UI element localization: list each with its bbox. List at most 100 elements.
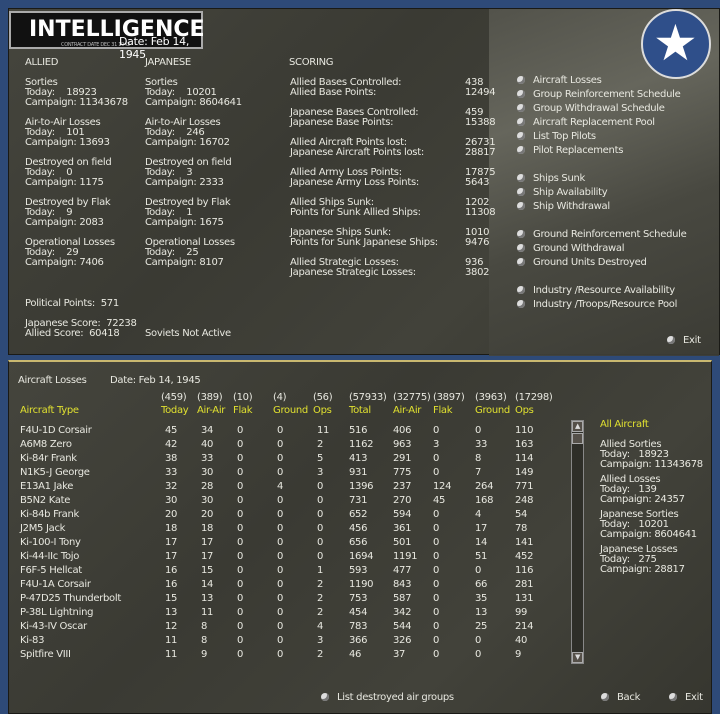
column-header-ground[interactable]: Ground [273, 406, 308, 416]
loss-value: 30 [201, 495, 214, 506]
aircraft-name[interactable]: Spitfire VIII [20, 650, 71, 660]
exit-bottom-button[interactable]: Exit [669, 692, 703, 704]
loss-value: 110 [515, 425, 534, 436]
loss-value: 1191 [393, 551, 418, 562]
loss-value: 46 [349, 649, 362, 660]
loss-value: 0 [237, 593, 244, 604]
loss-value: 0 [433, 467, 440, 478]
menu-item-ground-units-destroyed[interactable]: Ground Units Destroyed [517, 257, 647, 269]
loss-value: 15 [165, 593, 178, 604]
aircraft-name[interactable]: F4U-1D Corsair [20, 426, 92, 436]
aircraft-name[interactable]: Ki-83 [20, 636, 44, 646]
aircraft-name[interactable]: Ki-84b Frank [20, 510, 79, 520]
loss-value: 3 [317, 635, 324, 646]
aircraft-name[interactable]: F6F-5 Hellcat [20, 566, 82, 576]
loss-value: 38 [165, 453, 178, 464]
menu-item-list-top-pilots[interactable]: List Top Pilots [517, 131, 596, 143]
loss-value: 12 [165, 621, 178, 632]
menu-item-industry-troops-resource-pool[interactable]: Industry /Troops/Resource Pool [517, 299, 677, 311]
aircraft-name[interactable]: N1K5-J George [20, 468, 90, 478]
soviets-status: Soviets Not Active [145, 328, 231, 339]
loss-value: 141 [515, 537, 534, 548]
loss-value: 17 [201, 551, 214, 562]
loss-value: 0 [433, 621, 440, 632]
aircraft-name[interactable]: B5N2 Kate [20, 496, 70, 506]
loss-value: 281 [515, 579, 534, 590]
loss-value: 0 [277, 439, 284, 450]
menu-item-ground-reinforcement-schedule[interactable]: Ground Reinforcement Schedule [517, 229, 687, 241]
loss-value: 0 [277, 593, 284, 604]
scrollbar[interactable]: ▲ ▼ [571, 420, 584, 664]
loss-value: 13 [475, 607, 488, 618]
aircraft-name[interactable]: Ki-100-I Tony [20, 538, 81, 548]
loss-value: 0 [277, 621, 284, 632]
loss-value: 18 [201, 523, 214, 534]
aircraft-name[interactable]: J2M5 Jack [20, 524, 65, 534]
loss-value: 2 [317, 593, 324, 604]
menu-item-pilot-replacements[interactable]: Pilot Replacements [517, 145, 623, 157]
menu-item-ship-withdrawal[interactable]: Ship Withdrawal [517, 201, 610, 213]
loss-value: 0 [277, 467, 284, 478]
loss-value: 587 [393, 593, 412, 604]
aircraft-name[interactable]: F4U-1A Corsair [20, 580, 91, 590]
menu-item-aircraft-replacement-pool[interactable]: Aircraft Replacement Pool [517, 117, 655, 129]
aircraft-type-header[interactable]: Aircraft Type [20, 406, 79, 416]
japanese-stat-campaign: Campaign: 1675 [145, 217, 224, 228]
column-header-air-air[interactable]: Air-Air [393, 406, 421, 416]
losses-date: Date: Feb 14, 1945 [110, 375, 201, 386]
menu-item-group-withdrawal-schedule[interactable]: Group Withdrawal Schedule [517, 103, 665, 115]
loss-value: 13 [201, 593, 214, 604]
loss-value: 30 [201, 467, 214, 478]
scroll-up-arrow-icon[interactable]: ▲ [572, 421, 583, 432]
aircraft-name[interactable]: A6M8 Zero [20, 440, 72, 450]
loss-value: 4 [277, 481, 284, 492]
allied-star-emblem [641, 9, 711, 79]
menu-item-ship-availability[interactable]: Ship Availability [517, 187, 608, 199]
summary-campaign: Campaign: 24357 [600, 494, 685, 505]
summary-campaign: Campaign: 28817 [600, 564, 685, 575]
column-total: (3963) [475, 392, 507, 403]
scroll-down-arrow-icon[interactable]: ▼ [572, 652, 583, 663]
scoring-label: Japanese Base Points: [290, 117, 394, 128]
loss-value: 54 [515, 509, 528, 520]
loss-value: 1396 [349, 481, 374, 492]
scroll-thumb[interactable] [572, 433, 583, 444]
column-header-flak[interactable]: Flak [233, 406, 253, 416]
intelligence-logo: INTELLIGENCE CONTRACT DATE DEC 31 1942 D… [9, 11, 205, 61]
menu-item-ground-withdrawal[interactable]: Ground Withdrawal [517, 243, 625, 255]
column-header-flak[interactable]: Flak [433, 406, 453, 416]
menu-item-ships-sunk[interactable]: Ships Sunk [517, 173, 585, 185]
loss-value: 0 [317, 481, 324, 492]
column-header-ops[interactable]: Ops [313, 406, 332, 416]
loss-value: 0 [475, 565, 482, 576]
column-header-today[interactable]: Today [161, 406, 189, 416]
aircraft-name[interactable]: Ki-84r Frank [20, 454, 77, 464]
aircraft-filter[interactable]: All Aircraft [600, 420, 649, 430]
column-header-air-air[interactable]: Air-Air [197, 406, 225, 416]
menu-item-aircraft-losses[interactable]: Aircraft Losses [517, 75, 602, 87]
column-total: (56) [313, 392, 333, 403]
aircraft-name[interactable]: Ki-43-IV Oscar [20, 622, 87, 632]
back-button[interactable]: Back [601, 692, 640, 704]
aircraft-name[interactable]: Ki-44-IIc Tojo [20, 552, 79, 562]
loss-value: 0 [433, 453, 440, 464]
aircraft-name[interactable]: P-47D25 Thunderbolt [20, 594, 121, 604]
aircraft-name[interactable]: P-38L Lightning [20, 608, 93, 618]
column-header-ops[interactable]: Ops [515, 406, 534, 416]
menu-item-group-reinforcement-schedule[interactable]: Group Reinforcement Schedule [517, 89, 681, 101]
aircraft-name[interactable]: E13A1 Jake [20, 482, 73, 492]
loss-value: 656 [349, 537, 368, 548]
exit-button[interactable]: Exit [667, 335, 701, 347]
loss-value: 0 [277, 453, 284, 464]
loss-value: 0 [277, 649, 284, 660]
loss-value: 78 [515, 523, 528, 534]
summary-campaign: Campaign: 11343678 [600, 459, 703, 470]
column-total: (57933) [349, 392, 387, 403]
loss-value: 20 [165, 509, 178, 520]
loss-value: 456 [349, 523, 368, 534]
column-header-ground[interactable]: Ground [475, 406, 510, 416]
loss-value: 33 [201, 453, 214, 464]
list-destroyed-air-groups-button[interactable]: List destroyed air groups [321, 692, 454, 704]
column-header-total[interactable]: Total [349, 406, 371, 416]
menu-item-industry-resource-availability[interactable]: Industry /Resource Availability [517, 285, 675, 297]
